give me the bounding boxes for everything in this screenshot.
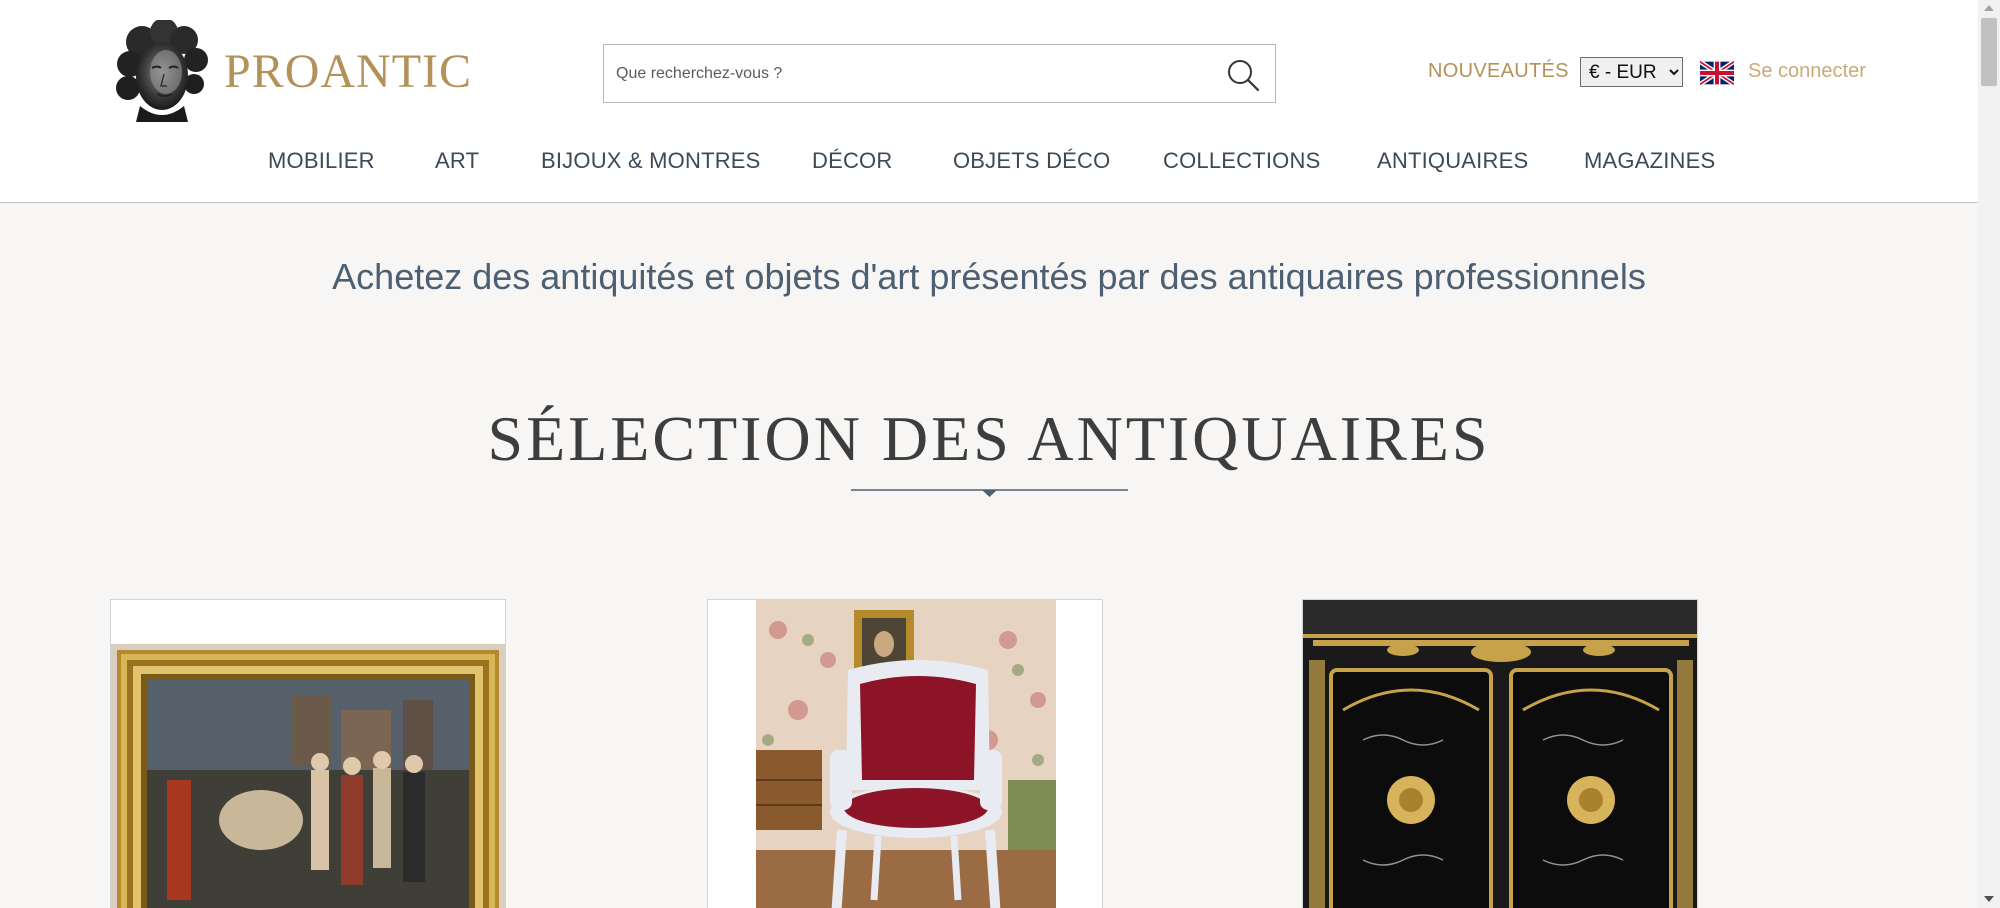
currency-select[interactable]: € - EUR bbox=[1580, 57, 1683, 87]
search-box bbox=[603, 44, 1276, 103]
page-scrollbar[interactable] bbox=[1978, 0, 2000, 908]
framed-painting-image bbox=[111, 600, 505, 908]
product-card-cabinet[interactable] bbox=[1302, 599, 1698, 908]
nav-item-art[interactable]: ART bbox=[435, 148, 479, 174]
product-card-painting[interactable] bbox=[110, 599, 506, 908]
title-divider bbox=[851, 489, 1128, 497]
louis-xv-armchair-image bbox=[708, 600, 1102, 908]
logo-bust-icon[interactable] bbox=[112, 20, 210, 122]
nav-item-objets-deco[interactable]: OBJETS DÉCO bbox=[953, 148, 1110, 174]
page-tagline: Achetez des antiquités et objets d'art p… bbox=[332, 256, 1646, 297]
scroll-thumb[interactable] bbox=[1981, 18, 1997, 86]
site-header: PROANTIC NOUVEAUTÉS € - EUR Se connecter… bbox=[0, 0, 1978, 203]
product-card-armchair[interactable] bbox=[707, 599, 1103, 908]
nav-item-magazines[interactable]: MAGAZINES bbox=[1584, 148, 1715, 174]
nav-item-decor[interactable]: DÉCOR bbox=[812, 148, 892, 174]
section-title: SÉLECTION DES ANTIQUAIRES bbox=[487, 403, 1491, 474]
scroll-down-arrow-icon[interactable] bbox=[1984, 896, 1994, 902]
nouveautes-link[interactable]: NOUVEAUTÉS bbox=[1428, 60, 1569, 83]
uk-flag-icon[interactable] bbox=[1700, 60, 1734, 86]
login-link[interactable]: Se connecter bbox=[1748, 60, 1866, 83]
search-input[interactable] bbox=[616, 45, 1196, 102]
nav-item-antiquaires[interactable]: ANTIQUAIRES bbox=[1377, 148, 1528, 174]
boulle-cabinet-image bbox=[1303, 600, 1697, 908]
nav-item-collections[interactable]: COLLECTIONS bbox=[1163, 148, 1320, 174]
nav-item-mobilier[interactable]: MOBILIER bbox=[268, 148, 375, 174]
scroll-up-arrow-icon[interactable] bbox=[1984, 5, 1994, 11]
search-icon[interactable] bbox=[1225, 57, 1261, 93]
nav-item-bijoux-montres[interactable]: BIJOUX & MONTRES bbox=[541, 148, 761, 174]
logo-text[interactable]: PROANTIC bbox=[224, 44, 472, 99]
main-nav: MOBILIER ART BIJOUX & MONTRES DÉCOR OBJE… bbox=[0, 148, 1978, 178]
